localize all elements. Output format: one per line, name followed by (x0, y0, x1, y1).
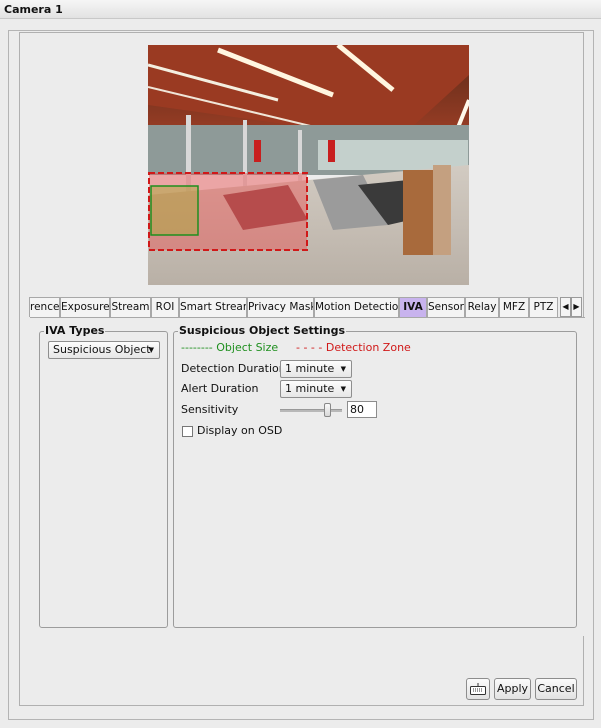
sensitivity-label: Sensitivity (181, 403, 239, 416)
tab-sensor[interactable]: Sensor (427, 297, 465, 317)
iva-types-group: IVA Types Suspicious Object ▼ (39, 324, 168, 628)
tab-motion-detection[interactable]: Motion Detection (314, 297, 399, 317)
tab-relay[interactable]: Relay (465, 297, 499, 317)
tab-mfz[interactable]: MFZ (499, 297, 529, 317)
tab-stream[interactable]: Stream (110, 297, 151, 317)
alert-duration-select[interactable]: 1 minute ▼ (280, 380, 352, 398)
sensitivity-slider-thumb[interactable] (324, 403, 331, 417)
tab-scroll-left-icon[interactable]: ◀ (560, 297, 571, 317)
sensitivity-value: 80 (350, 403, 364, 416)
display-osd-checkbox[interactable] (182, 426, 193, 437)
sensitivity-slider[interactable] (280, 403, 342, 417)
tab-privacy-mask[interactable]: Privacy Mask (247, 297, 314, 317)
alert-duration-value: 1 minute (285, 382, 335, 395)
tab-exposure[interactable]: Exposure (60, 297, 110, 317)
suspicious-object-settings-title: Suspicious Object Settings (178, 324, 346, 337)
display-osd-label: Display on OSD (197, 424, 283, 437)
legend-object-size: -------- Object Size (181, 341, 279, 354)
suspicious-object-settings-group: Suspicious Object Settings -------- Obje… (173, 324, 577, 628)
object-size-overlay[interactable] (150, 185, 199, 236)
detection-duration-label: Detection Duration (181, 362, 286, 375)
tab-reference[interactable]: rence (29, 297, 60, 317)
legend-detection-zone: - - - - Detection Zone (296, 341, 411, 354)
chevron-down-icon: ▼ (340, 385, 346, 393)
tab-ptz[interactable]: PTZ (529, 297, 558, 317)
alert-duration-label: Alert Duration (181, 382, 259, 395)
camera-preview[interactable] (148, 45, 469, 285)
tab-roi[interactable]: ROI (151, 297, 179, 317)
cancel-button[interactable]: Cancel (535, 678, 577, 700)
camera-preview-image (148, 45, 469, 285)
iva-type-select[interactable]: Suspicious Object ▼ (48, 341, 160, 359)
chevron-down-icon: ▼ (340, 365, 346, 373)
keyboard-icon (470, 683, 486, 695)
detection-duration-select[interactable]: 1 minute ▼ (280, 360, 352, 378)
sensitivity-value-field[interactable]: 80 (347, 401, 377, 418)
keyboard-button[interactable] (466, 678, 490, 700)
settings-tab-strip: rence Exposure Stream ROI Smart Stream P… (29, 297, 586, 317)
window-title: Camera 1 (4, 3, 63, 16)
chevron-down-icon: ▼ (148, 346, 154, 354)
sensitivity-slider-track (280, 409, 342, 412)
iva-types-title: IVA Types (44, 324, 106, 337)
iva-settings-panel: IVA Types Suspicious Object ▼ Suspicious… (30, 317, 585, 636)
apply-button[interactable]: Apply (494, 678, 531, 700)
window-title-bar: Camera 1 (0, 0, 601, 19)
detection-duration-value: 1 minute (285, 362, 335, 375)
tab-scroll-right-icon[interactable]: ▶ (571, 297, 582, 317)
iva-type-value: Suspicious Object (53, 343, 151, 356)
tab-iva[interactable]: IVA (399, 297, 427, 317)
tab-smart-stream[interactable]: Smart Stream (179, 297, 247, 317)
